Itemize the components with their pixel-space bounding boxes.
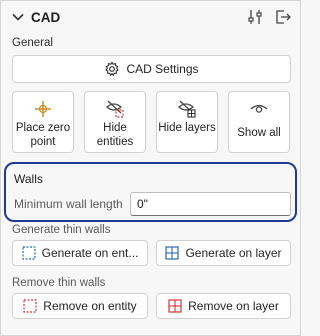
remove-on-entity-label: Remove on entity xyxy=(43,299,137,313)
gear-icon xyxy=(104,61,120,77)
hide-layers-label: Hide layers xyxy=(158,122,216,134)
min-wall-length-label: Minimum wall length xyxy=(14,197,123,211)
sliders-icon[interactable] xyxy=(246,8,264,26)
hide-entities-icon xyxy=(105,100,125,118)
exit-icon[interactable] xyxy=(274,8,292,26)
remove-thin-walls-label: Remove thin walls xyxy=(12,277,106,289)
cad-settings-label: CAD Settings xyxy=(126,62,199,76)
generate-on-layer-button[interactable]: Generate on layer xyxy=(156,240,291,266)
crosshair-icon xyxy=(34,100,52,118)
walls-title: Walls xyxy=(14,172,43,186)
min-wall-length-input[interactable] xyxy=(130,192,291,216)
panel-header: CAD xyxy=(11,7,292,27)
generate-on-layer-label: Generate on layer xyxy=(185,246,282,260)
hide-layers-icon xyxy=(177,100,197,118)
generate-on-entity-button[interactable]: Generate on ent... xyxy=(12,240,148,266)
generate-thin-walls-label: Generate thin walls xyxy=(12,224,111,236)
cad-settings-button[interactable]: CAD Settings xyxy=(12,55,291,83)
remove-entity-icon xyxy=(23,299,37,313)
panel-title: CAD xyxy=(31,9,61,25)
place-zero-point-button[interactable]: Place zero point xyxy=(12,91,74,153)
show-all-button[interactable]: Show all xyxy=(228,91,290,153)
generate-entity-icon xyxy=(22,246,36,260)
chevron-down-icon[interactable] xyxy=(11,10,25,24)
hide-entities-button[interactable]: Hide entities xyxy=(84,91,146,153)
generate-on-entity-label: Generate on ent... xyxy=(41,246,139,260)
remove-on-layer-label: Remove on layer xyxy=(188,299,279,313)
hide-entities-label: Hide entities xyxy=(96,122,134,148)
eye-icon xyxy=(250,100,268,118)
general-label: General xyxy=(12,37,53,49)
place-zero-point-label: Place zero point xyxy=(15,122,71,148)
remove-on-layer-button[interactable]: Remove on layer xyxy=(156,293,291,319)
cad-panel: CAD General CAD Settings Place zero poin… xyxy=(0,0,301,336)
generate-layer-icon xyxy=(165,246,180,260)
show-all-label: Show all xyxy=(237,127,281,139)
remove-on-entity-button[interactable]: Remove on entity xyxy=(12,293,148,319)
hide-layers-button[interactable]: Hide layers xyxy=(156,91,218,153)
remove-layer-icon xyxy=(168,299,182,313)
walls-section: Walls Minimum wall length xyxy=(4,162,297,222)
